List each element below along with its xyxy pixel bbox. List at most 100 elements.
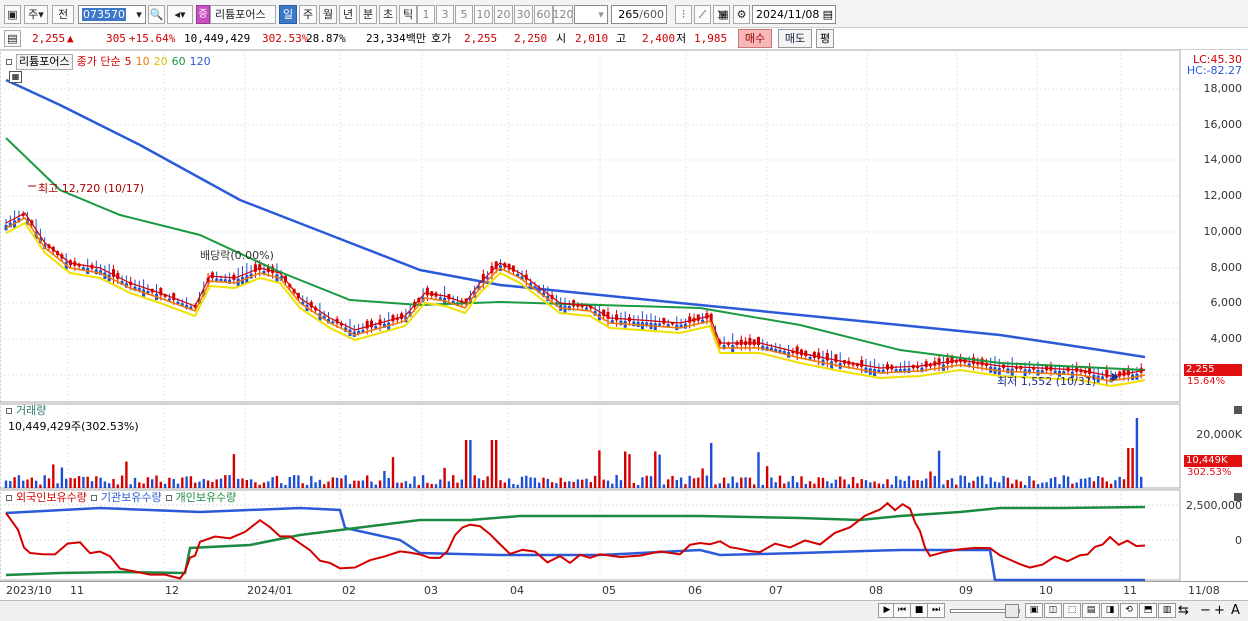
font-size-icon[interactable]: A [1231,603,1240,618]
chart-tool-icon[interactable]: ▤ [1082,603,1100,618]
volume-title[interactable]: 거래량 [16,404,46,418]
market-select[interactable]: 주 ▾ [24,5,48,24]
indicator-table-icon[interactable]: ▦ [9,71,22,83]
draw-tool-icon[interactable]: ⟋ [694,5,711,24]
chart-tool-icon[interactable]: ⬒ [1139,603,1157,618]
chart-tool-icon[interactable]: ◫ [1044,603,1062,618]
close-icon[interactable] [1234,493,1242,501]
volume-bar [56,483,59,488]
minute-120-button[interactable]: 120 [553,5,573,24]
minute-10-button[interactable]: 10 [474,5,493,24]
sound-icon[interactable]: ◂▾ [167,5,193,24]
chart-tool-icon[interactable]: ◨ [1101,603,1119,618]
volume-bar [499,480,502,488]
volume-bar [765,466,769,488]
zoom-out-icon[interactable]: − [1200,603,1211,618]
volume-bar [469,440,472,488]
close-icon[interactable] [1234,406,1242,414]
sell-button[interactable]: 매도 [778,29,812,48]
evaluation-button[interactable]: 평 [816,29,834,48]
calendar-icon[interactable]: ▤ [823,6,833,23]
save-icon[interactable]: ▦ [716,5,731,24]
bar-count-input[interactable]: 265/600 [611,5,667,24]
volume-bar [262,482,266,488]
chevron-down-icon[interactable]: ▾ [594,6,608,23]
volume-bar [525,475,528,488]
volume-bar [907,475,911,488]
period-day-button[interactable]: 일 [279,5,297,24]
search-icon[interactable]: 🔍 [148,5,165,24]
period-week-button[interactable]: 주 [299,5,317,24]
price-axis-label: 14,000 [1203,153,1243,166]
period-second-button[interactable]: 초 [379,5,397,24]
legend-institution[interactable]: 기관보유수량 [101,491,162,505]
legend-individual[interactable]: 개인보유수량 [176,491,237,505]
volume-bar [482,480,485,488]
chart-canvas[interactable] [0,50,1248,621]
minute-3-button[interactable]: 3 [436,5,454,24]
chart-tool-icon[interactable]: ▣ [1025,603,1043,618]
volume-bar [288,476,291,488]
minute-1-button[interactable]: 1 [417,5,435,24]
volume-bar [705,475,709,488]
layout-icon[interactable]: ▣ [4,5,21,24]
candle [748,337,752,345]
zoom-plus-icon[interactable]: + [1214,603,1225,618]
minute-60-button[interactable]: 60 [534,5,553,24]
volume-bar [602,479,605,488]
volume-bar [963,476,967,488]
volume-bar [271,477,274,488]
chart-tool-icon[interactable]: ▥ [1158,603,1176,618]
scroll-first-icon[interactable]: ⏮ [893,603,911,618]
volume-bar [189,476,193,488]
volume-bar [877,483,881,488]
all-button[interactable]: 전 [52,5,74,24]
main-toolbar: ▣ 주 ▾ 전 073570 ▾ 🔍 ◂▾ 증 리튬포어스 일 주 월 년 분 초… [0,0,1248,28]
volume-bar [378,480,382,488]
zoom-in-icon[interactable]: ⇆ [1178,603,1189,618]
volume-bar [1006,477,1010,488]
chart-tool-icon[interactable]: ⟲ [1120,603,1138,618]
stock-type-badge: 증 [196,5,210,24]
period-month-button[interactable]: 월 [319,5,337,24]
date-input[interactable]: 2024/11/08 ▤ [752,5,836,24]
volume-bar [976,476,979,488]
chevron-down-icon[interactable]: ▾ [132,6,146,23]
pane-marker-icon [90,495,97,501]
buy-button[interactable]: 매수 [738,29,772,48]
period-year-button[interactable]: 년 [339,5,357,24]
legend-stock-name[interactable]: 리튬포어스 [16,54,73,70]
trade-amount: 23,334백만 [366,32,426,45]
volume-bar [593,475,597,488]
period-tick-button[interactable]: 틱 [399,5,417,24]
stop-icon[interactable]: ■ [910,603,928,618]
minute-30-button[interactable]: 30 [514,5,533,24]
gear-icon[interactable]: ⚙ [733,5,750,24]
x-axis-label: 06 [688,584,702,597]
volume-bar [73,478,76,488]
volume-bar [606,480,610,488]
volume-bar [1135,418,1139,488]
volume-bar [452,475,455,488]
scroll-last-icon[interactable]: ⏭ [927,603,945,618]
x-axis-label: 2023/10 [6,584,52,597]
open-label: 시 [556,32,567,45]
volume-bar [241,478,244,488]
volume-bar [1127,448,1130,488]
period-minute-button[interactable]: 분 [359,5,377,24]
slider-handle[interactable] [1005,604,1019,618]
volume-bar [955,484,958,488]
volume-bar [826,481,829,488]
chart-tool-icon[interactable]: ⬚ [1063,603,1081,618]
minute-5-button[interactable]: 5 [455,5,473,24]
layout-icon[interactable]: ▤ [4,30,21,47]
candle-type-icon[interactable]: ⫶ [675,5,692,24]
volume-bar [576,479,580,488]
volume-bar [39,484,42,488]
volume-bar [791,475,795,488]
volume-bar [430,483,433,488]
up-arrow-icon: ▲ [67,32,74,45]
minute-20-button[interactable]: 20 [494,5,513,24]
volume-bar [1036,484,1040,488]
legend-foreign[interactable]: 외국인보유수량 [16,491,87,505]
